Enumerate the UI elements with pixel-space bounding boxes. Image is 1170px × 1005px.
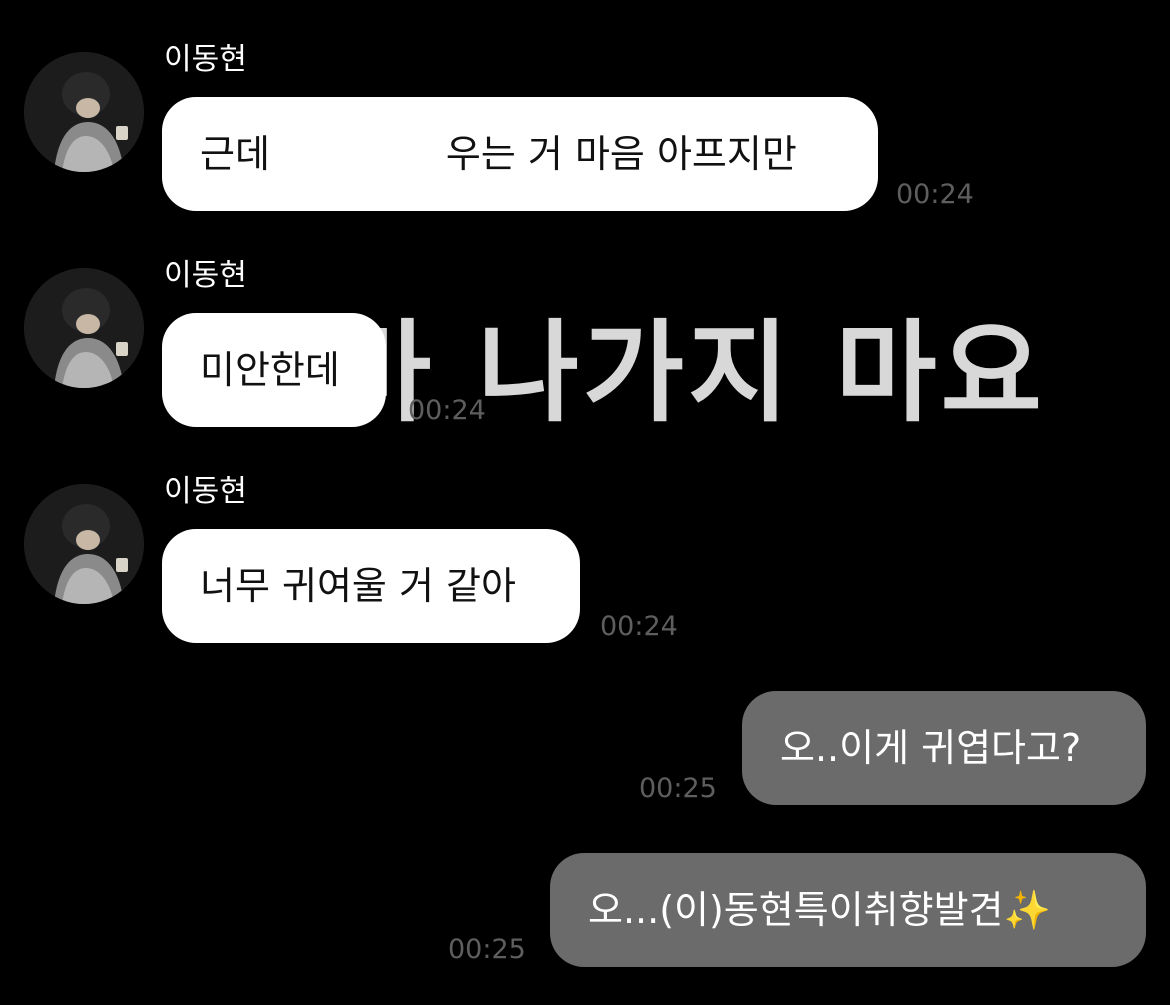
avatar[interactable] — [24, 484, 144, 604]
message-text: 오..이게 귀엽다고? — [780, 726, 1082, 770]
sender-name: 이동현 — [164, 258, 247, 293]
message-bubble[interactable]: 근데 우는 거 마음 아프지만 — [162, 97, 878, 211]
my-message-bubble[interactable]: 오..이게 귀엽다고? — [742, 691, 1146, 805]
my-message-bubble[interactable]: 오...(이)동현특이취향발견✨ — [550, 853, 1146, 967]
avatar[interactable] — [24, 268, 144, 388]
message-timestamp: 00:25 — [448, 934, 526, 965]
message-bubble[interactable]: 너무 귀여울 거 같아 — [162, 529, 580, 643]
message-timestamp: 00:24 — [600, 611, 678, 642]
avatar-photo-icon — [24, 484, 144, 604]
message-text: 오...(이)동현특이취향발견 — [588, 888, 1004, 932]
message-timestamp: 00:24 — [408, 395, 486, 426]
message-text-end: 우는 거 마음 아프지만 — [445, 132, 797, 176]
sender-name: 이동현 — [164, 42, 247, 77]
message-timestamp: 00:25 — [639, 773, 717, 804]
message-text: 너무 귀여울 거 같아 — [200, 564, 516, 608]
avatar[interactable] — [24, 52, 144, 172]
message-text-start: 근데 — [200, 132, 270, 176]
avatar-photo-icon — [24, 52, 144, 172]
message-bubble[interactable]: 미안한데 — [162, 313, 386, 427]
avatar-photo-icon — [24, 268, 144, 388]
message-timestamp: 00:24 — [896, 179, 974, 210]
message-text: 미안한데 — [200, 348, 340, 392]
sender-name: 이동현 — [164, 474, 247, 509]
sparkles-emoji-icon: ✨ — [1003, 888, 1051, 932]
